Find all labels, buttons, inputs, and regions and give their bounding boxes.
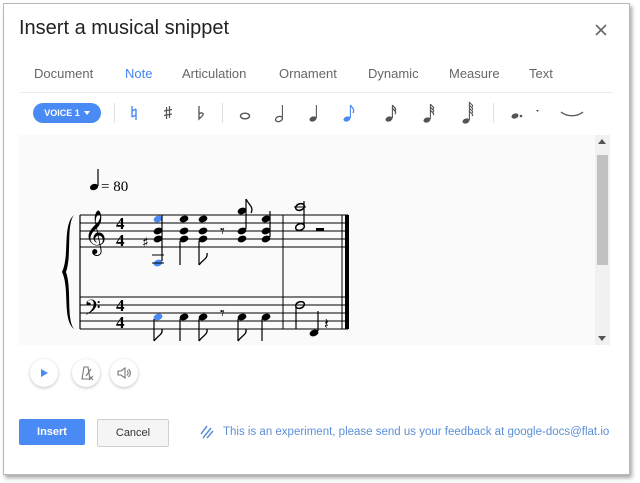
play-button[interactable] [30,359,58,387]
svg-text:4: 4 [116,313,125,332]
grand-staff-brace [62,215,74,329]
score-scrollbar[interactable] [595,135,610,345]
treble-chord [198,215,208,243]
dialog-title: Insert a musical snippet [19,17,230,39]
tab-bar: Document Note Articulation Ornament Dyna… [4,62,629,92]
feedback-message[interactable]: This is an experiment, please send us yo… [199,424,609,440]
sharp-accidental: ♯ [142,235,149,251]
svg-text:4: 4 [116,231,125,250]
half-rest [316,228,324,231]
chevron-down-icon [83,111,90,115]
scroll-up-icon[interactable] [598,139,606,144]
scroll-down-icon[interactable] [598,336,606,341]
treble-clef-icon: 𝄞 [84,210,106,256]
toolbar-divider [114,103,115,123]
tab-text[interactable]: Text [529,66,553,81]
time-signature: 44 44 [116,214,125,332]
volume-icon [117,366,131,380]
tempo-note-icon [89,169,99,191]
natural-icon[interactable] [122,99,146,127]
tempo-value: = 80 [101,179,128,195]
note-toolbar: VOICE 1 [4,97,629,131]
quarter-note-icon[interactable] [302,99,326,127]
tab-dynamic[interactable]: Dynamic [368,66,419,81]
volume-button[interactable] [110,359,138,387]
sharp-icon[interactable] [156,99,180,127]
tab-ornament[interactable]: Ornament [279,66,337,81]
metronome-button[interactable] [72,359,100,387]
bass-clef-icon: 𝄢 [84,296,101,326]
sixty-fourth-note-icon[interactable] [456,99,480,127]
close-icon[interactable] [593,22,609,38]
tab-articulation[interactable]: Articulation [182,66,246,81]
quarter-rest: 𝄽 [324,314,329,333]
music-score[interactable]: = 80 𝄞 𝄢 44 44 ♯ 𝄾 𝄾 𝄽 [18,135,610,345]
thirty-second-note-icon[interactable] [417,99,441,127]
feedback-text: This is an experiment, please send us yo… [223,426,610,438]
tab-note[interactable]: Note [125,66,152,81]
cancel-button[interactable]: Cancel [97,419,169,447]
flat-logo-icon [200,425,214,439]
scroll-thumb[interactable] [597,155,608,265]
eighth-note-icon[interactable] [337,99,361,127]
insert-button[interactable]: Insert [19,419,85,445]
whole-note-icon[interactable] [233,99,257,127]
insert-snippet-dialog: Insert a musical snippet Document Note A… [3,3,630,475]
treble-chord [237,227,247,243]
eighth-rest: 𝄾 [220,303,225,324]
metronome-icon [81,366,94,381]
tie-icon[interactable] [557,99,587,127]
play-icon [41,369,48,377]
dotted-note-icon[interactable] [504,99,544,127]
toolbar-divider [493,103,494,123]
tab-measure[interactable]: Measure [449,66,500,81]
voice-dropdown[interactable]: VOICE 1 [33,103,101,123]
tab-document[interactable]: Document [34,66,93,81]
treble-chord [179,215,189,243]
toolbar-divider [222,103,223,123]
voice-label: VOICE 1 [44,108,80,118]
eighth-rest: 𝄾 [220,221,225,242]
score-area[interactable]: = 80 𝄞 𝄢 4 4 4 4 ♯ 𝄾 𝄾 𝄽 [18,135,610,345]
tab-divider [20,92,613,93]
flat-icon[interactable] [189,99,213,127]
half-note-icon[interactable] [268,99,292,127]
sixteenth-note-icon[interactable] [379,99,403,127]
